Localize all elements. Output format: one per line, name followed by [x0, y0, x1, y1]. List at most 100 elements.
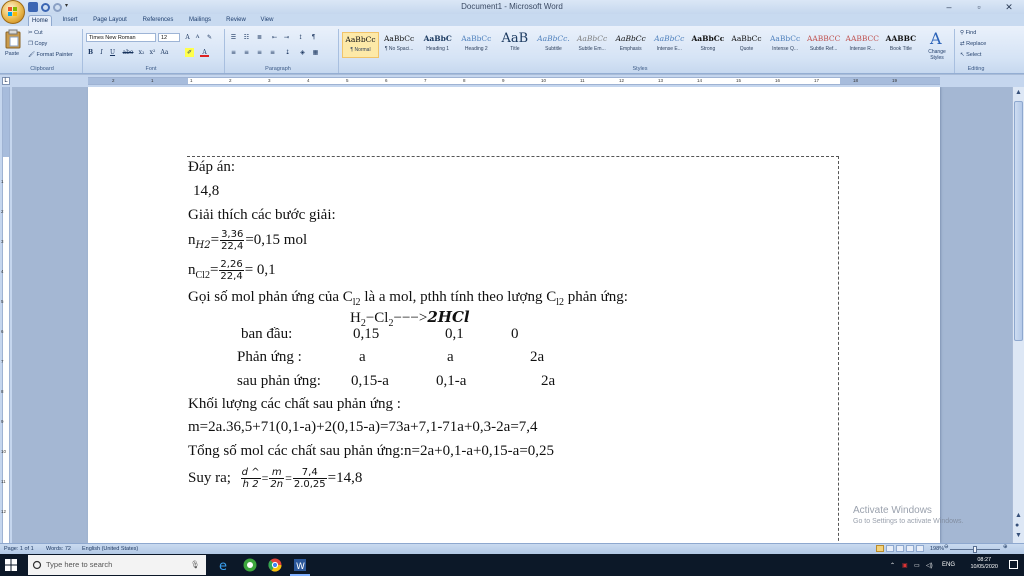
scrollbar-thumb[interactable]	[1014, 101, 1023, 341]
antivirus-icon[interactable]: ▣	[902, 562, 908, 569]
justify-icon[interactable]: ≡	[268, 48, 277, 57]
web-layout-icon[interactable]	[896, 545, 904, 552]
style-tile[interactable]: AaBbCc. Subtitle	[535, 32, 572, 58]
browse-object-icon[interactable]: ●	[1015, 522, 1019, 529]
prev-page-icon[interactable]: ▲	[1015, 512, 1022, 519]
page-count[interactable]: Page: 1 of 1	[4, 546, 34, 552]
zoom-in-icon[interactable]: ⊕	[1003, 544, 1008, 550]
draft-icon[interactable]	[916, 545, 924, 552]
style-tile[interactable]: AaBbCc Intense Q...	[767, 32, 804, 58]
show-marks-icon[interactable]: ¶	[309, 33, 318, 42]
word-icon[interactable]: W	[292, 557, 308, 573]
language-indicator[interactable]: English (United States)	[82, 546, 138, 552]
minimize-button[interactable]: –	[934, 0, 964, 14]
tab-view[interactable]: View	[256, 15, 278, 26]
numbering-icon[interactable]: ☷	[242, 33, 251, 42]
microphone-icon[interactable]: 🎙	[190, 555, 200, 575]
taskbar-search-box[interactable]: Type here to search 🎙	[28, 555, 206, 575]
italic-icon[interactable]: I	[97, 48, 106, 57]
nh2-lhs: n	[188, 231, 196, 248]
document-page[interactable]: Đáp án: 14,8 Giải thích các bước giải: n…	[88, 87, 940, 543]
style-tile[interactable]: AaBbCc Subtle Em...	[574, 32, 611, 58]
format-painter-button[interactable]: 🖌 Format Painter	[28, 52, 73, 58]
next-page-icon[interactable]: ▼	[1015, 532, 1022, 539]
tab-home[interactable]: Home	[28, 15, 52, 26]
multilevel-list-icon[interactable]: ≣	[255, 33, 264, 42]
align-center-icon[interactable]: ≡	[242, 48, 251, 57]
style-tile[interactable]: AaBbCc Intense E...	[651, 32, 688, 58]
decrease-indent-icon[interactable]: ⇤	[270, 33, 279, 42]
change-styles-button[interactable]: A Change Styles	[923, 29, 951, 63]
font-size-combo[interactable]: 12	[158, 33, 180, 42]
chrome-icon[interactable]	[267, 557, 283, 573]
style-tile[interactable]: AABBC Book Title	[882, 32, 919, 58]
tab-insert[interactable]: Insert	[58, 15, 82, 26]
align-left-icon[interactable]: ≡	[229, 48, 238, 57]
font-name-combo[interactable]: Times New Roman	[86, 33, 156, 42]
clear-format-icon[interactable]: ✎	[205, 33, 214, 42]
style-tile[interactable]: AaBbC Heading 1	[419, 32, 456, 58]
table-row-reaction-c2: a	[447, 349, 454, 365]
tab-selector-icon[interactable]: L	[2, 77, 10, 85]
borders-icon[interactable]: ▦	[311, 48, 320, 57]
green-app-icon[interactable]	[242, 557, 258, 573]
strikethrough-icon[interactable]: abe	[121, 48, 135, 57]
style-tile[interactable]: AABBCC Intense R...	[844, 32, 881, 58]
clock[interactable]: 08:27 10/05/2020	[970, 557, 998, 571]
increase-indent-icon[interactable]: ⇥	[282, 33, 291, 42]
cut-button[interactable]: ✂ Cut	[28, 30, 43, 36]
shading-icon[interactable]: ◈	[298, 48, 307, 57]
grow-font-icon[interactable]: A	[183, 33, 192, 42]
line-spacing-icon[interactable]: ↨	[283, 48, 292, 57]
underline-icon[interactable]: U	[108, 48, 117, 57]
tab-mailings[interactable]: Mailings	[184, 15, 216, 26]
zoom-level[interactable]: 198%	[930, 546, 944, 552]
zoom-out-icon[interactable]: ⊖	[944, 544, 949, 550]
print-layout-icon[interactable]	[876, 545, 884, 552]
volume-icon[interactable]: ◁)	[926, 562, 933, 569]
tab-references[interactable]: References	[138, 15, 178, 26]
style-tile[interactable]: AaB Title	[496, 32, 533, 58]
change-case-icon[interactable]: Aa	[160, 48, 169, 57]
close-button[interactable]: ✕	[994, 0, 1024, 14]
paste-button[interactable]: Paste	[4, 29, 24, 63]
style-tile[interactable]: AaBbCc Quote	[728, 32, 765, 58]
bullets-icon[interactable]: ☰	[229, 33, 238, 42]
replace-button[interactable]: ⇄ Replace	[960, 41, 986, 47]
superscript-icon[interactable]: x²	[148, 48, 157, 57]
subscript-icon[interactable]: x₂	[137, 48, 146, 57]
style-tile[interactable]: AaBbCc ¶ Normal	[342, 32, 379, 58]
highlight-icon[interactable]: ✐	[185, 48, 194, 57]
align-right-icon[interactable]: ≡	[255, 48, 264, 57]
scroll-up-icon[interactable]: ▲	[1015, 89, 1022, 96]
tab-review[interactable]: Review	[222, 15, 250, 26]
edge-icon[interactable]: e	[217, 557, 233, 573]
style-tile[interactable]: AaBbCc Strong	[689, 32, 726, 58]
style-tile[interactable]: AaBbCc Heading 2	[458, 32, 495, 58]
vertical-scrollbar[interactable]: ▲ ▲ ● ▼	[1012, 87, 1024, 543]
office-button[interactable]	[1, 0, 25, 24]
notifications-icon[interactable]	[1009, 560, 1018, 569]
input-language[interactable]: ENG	[942, 562, 955, 568]
outline-icon[interactable]	[906, 545, 914, 552]
windows-start-icon[interactable]	[3, 557, 19, 573]
show-hidden-icons[interactable]: ⌃	[890, 562, 895, 569]
tab-page-layout[interactable]: Page Layout	[90, 15, 130, 26]
word-count[interactable]: Words: 72	[46, 546, 71, 552]
copy-button[interactable]: ❐ Copy	[28, 41, 47, 47]
full-screen-icon[interactable]	[886, 545, 894, 552]
zoom-slider-thumb[interactable]	[973, 546, 977, 553]
bold-icon[interactable]: B	[86, 48, 95, 57]
sort-icon[interactable]: ↕	[296, 33, 305, 42]
shrink-font-icon[interactable]: A	[193, 33, 202, 42]
network-icon[interactable]: ▭	[914, 562, 920, 569]
style-tile[interactable]: AaBbCc Emphasis	[612, 32, 649, 58]
find-button[interactable]: ⚲ Find	[960, 30, 976, 36]
restore-button[interactable]: ▫	[964, 0, 994, 14]
style-tile[interactable]: AaBbCc ¶ No Spaci...	[381, 32, 418, 58]
vertical-ruler[interactable]: 1 2 3 4 5 6 7 8 9 10 11 12	[0, 87, 12, 543]
select-button[interactable]: ↖ Select	[960, 52, 981, 58]
horizontal-ruler[interactable]: L 2 1 1 2 3 4 5 6 7 8 9 10 11 12 13 14 15 16 17 18 19	[0, 75, 1024, 87]
style-tile[interactable]: AABBCC Subtle Ref...	[805, 32, 842, 58]
font-color-icon[interactable]: A	[200, 48, 209, 57]
